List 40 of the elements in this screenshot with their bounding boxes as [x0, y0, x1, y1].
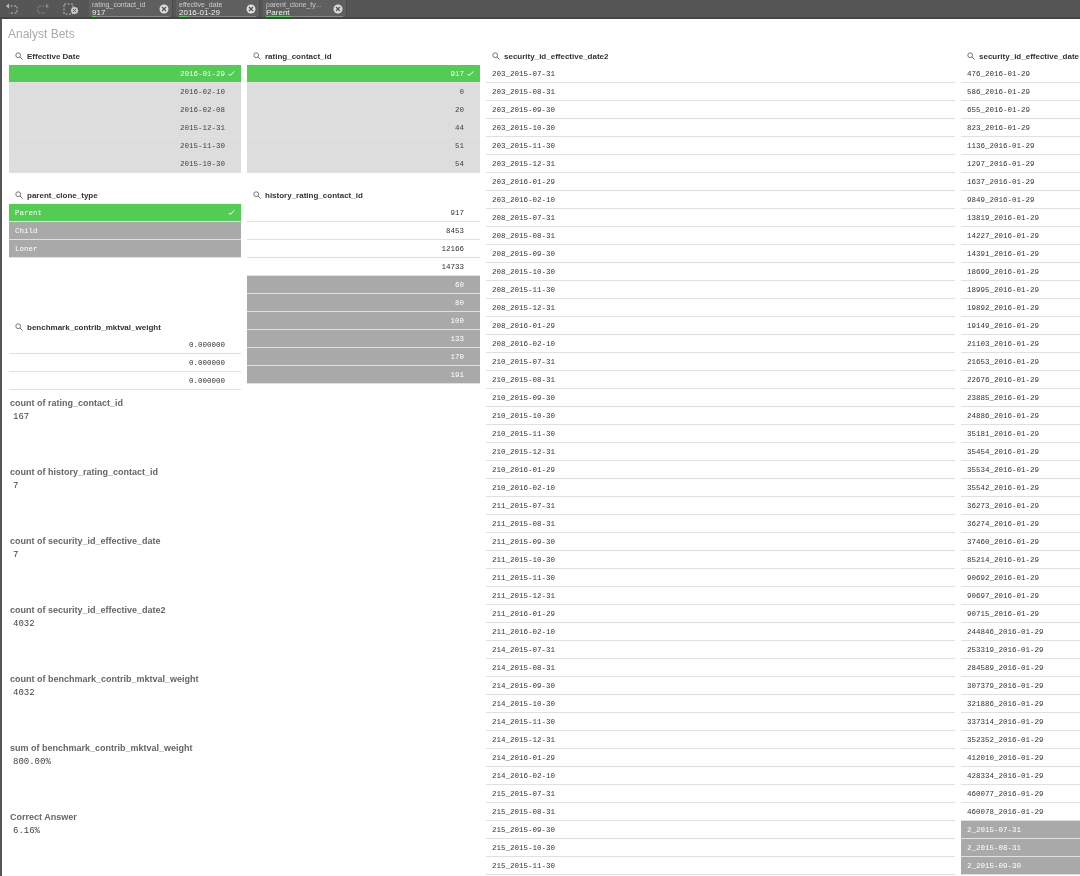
search-icon	[967, 52, 975, 60]
sheet-title: Analyst Bets	[7, 26, 76, 43]
kpi-value: 7	[12, 481, 20, 491]
back-icon[interactable]	[5, 2, 21, 15]
check-icon	[228, 71, 235, 76]
kpi-label: Correct Answer	[10, 811, 78, 824]
kpi-value: 4032	[12, 619, 36, 629]
check-icon	[228, 210, 235, 215]
chip-value: 917	[92, 8, 106, 17]
kpi-value: 6.16%	[12, 826, 41, 836]
search-icon	[492, 52, 500, 60]
chip-value: Parent	[266, 8, 290, 17]
search-icon	[15, 323, 23, 331]
kpi-value: 4032	[12, 688, 36, 698]
pane-title: security_id_effective_date2	[504, 51, 609, 61]
close-icon[interactable]	[333, 3, 343, 14]
kpi-label: count of history_rating_contact_id	[10, 466, 160, 479]
kpi-label: count of security_id_effective_date2	[10, 604, 167, 617]
search-icon	[15, 52, 23, 60]
clear-selections-icon[interactable]	[63, 2, 79, 15]
pane-title: rating_contact_id	[265, 51, 332, 61]
kpi-label: count of rating_contact_id	[10, 397, 124, 410]
kpi-label: count of benchmark_contrib_mktval_weight	[10, 673, 200, 686]
search-icon	[15, 191, 23, 199]
pane-title: Effective Date	[27, 51, 80, 61]
kpi-value: 7	[12, 550, 20, 560]
check-icon	[467, 71, 474, 76]
pane-title: security_id_effective_date	[979, 51, 1080, 61]
kpi-value: 800.00%	[12, 757, 52, 767]
pane-title: parent_clone_type	[27, 190, 98, 200]
search-icon	[253, 52, 261, 60]
kpi-label: count of security_id_effective_date	[10, 535, 162, 548]
pane-title: benchmark_contrib_mktval_weight	[27, 322, 161, 332]
close-icon[interactable]	[159, 3, 169, 14]
pane-title: history_rating_contact_id	[265, 190, 363, 200]
search-icon	[253, 191, 261, 199]
close-icon[interactable]	[246, 3, 256, 14]
chip-value: 2016-01-29	[179, 8, 220, 17]
kpi-label: sum of benchmark_contrib_mktval_weight	[10, 742, 194, 755]
kpi-value: 167	[12, 412, 31, 422]
